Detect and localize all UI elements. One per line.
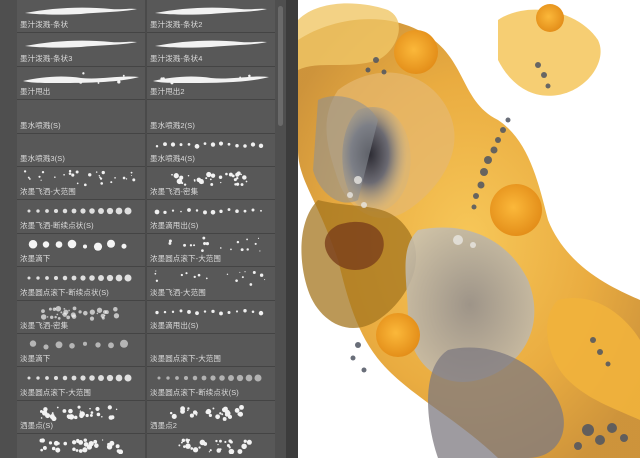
brush-preset-item[interactable]: 浓墨滴下	[17, 233, 145, 268]
brush-preset-label: 淡墨飞洒-密集	[20, 320, 69, 330]
brush-preset-item[interactable]: 浓墨圆点滚下-大范围	[147, 233, 275, 268]
brush-preset-item[interactable]: 墨汁甩出	[17, 66, 145, 101]
brush-stroke-preview	[169, 404, 244, 421]
brush-stroke-preview	[28, 239, 127, 251]
brush-preset-item[interactable]: 淡墨圆点滚下-断续点状(S)	[147, 367, 275, 401]
brush-grid: 墨汁泼溅-条状 墨汁泼溅-条状2 墨汁泼溅-条状3 墨汁泼溅-条状4 墨汁甩出 墨汁甩出2…	[0, 0, 286, 458]
brush-preset-item[interactable]: 淡墨圆点滚下-大范围	[147, 333, 275, 368]
brush-stroke-preview	[155, 141, 264, 149]
brush-stroke-preview	[155, 7, 267, 15]
brush-preset-label: 墨汁泼溅-条状	[20, 20, 69, 30]
brush-preset-item[interactable]: 浓墨飞洒-断续点状(S)	[17, 200, 145, 234]
brush-preset-label: 淡墨圆点滚下-大范围	[150, 354, 221, 364]
brush-preset-label: 墨水喷溅2(S)	[150, 120, 195, 130]
brush-stroke-preview	[27, 374, 132, 382]
brush-stroke-preview	[25, 7, 137, 15]
brush-preset-item[interactable]: 墨水喷溅(S)	[17, 100, 145, 134]
brush-preset-label: 淡墨滴甩出(S)	[150, 320, 199, 330]
brush-stroke-preview	[27, 274, 132, 282]
brush-stroke-preview	[27, 207, 132, 215]
alcohol-ink-artwork	[298, 3, 640, 458]
brush-preset-item[interactable]: 浓墨滴甩出(S)	[147, 200, 275, 234]
brush-stroke-preview	[23, 71, 139, 84]
brush-preset-label: 墨汁甩出	[20, 87, 51, 97]
brush-stroke-preview	[29, 339, 129, 350]
brush-preset-label: 淡墨飞洒-大范围	[150, 287, 206, 297]
brush-preset-label: 浓墨圆点滚下-断续点状(S)	[20, 287, 109, 297]
brush-stroke-preview	[155, 308, 264, 315]
brush-stroke-preview	[21, 102, 141, 120]
brush-preset-label: 淡墨滴下	[20, 354, 51, 364]
brush-preset-item[interactable]: 洒墨点2	[147, 400, 275, 435]
brush-stroke-preview	[39, 404, 118, 421]
brush-stroke-preview	[168, 236, 261, 252]
brush-stroke-preview	[151, 102, 271, 120]
brush-preset-item[interactable]: 淡墨飞洒-大范围	[147, 267, 275, 301]
brush-preset-item[interactable]: 墨汁泼溅-条状4	[147, 33, 275, 67]
brush-stroke-preview	[178, 438, 252, 455]
brush-preset-label: 洒墨点(S)	[20, 421, 54, 431]
brush-preset-item[interactable]: 淡墨滴甩出(S)	[147, 300, 275, 334]
brush-stroke-preview	[157, 374, 262, 382]
brush-preset-label: 墨水喷溅3(S)	[20, 153, 65, 163]
brush-stroke-preview	[23, 169, 136, 187]
brush-stroke-preview	[153, 74, 269, 85]
brush-preset-label: 浓墨滴甩出(S)	[150, 220, 199, 230]
brush-preset-item[interactable]: 墨汁泼溅-条状3	[17, 33, 145, 67]
brush-stroke-preview	[151, 336, 271, 354]
brush-preset-label: 浓墨飞洒-大范围	[20, 187, 76, 197]
brush-stroke-preview	[25, 40, 137, 49]
brush-preset-label: 洒墨点2	[150, 421, 178, 431]
brush-stroke-preview	[155, 40, 267, 49]
brush-stroke-preview	[39, 438, 124, 455]
brush-preset-item[interactable]: 浓墨飞洒-密集	[147, 166, 275, 201]
panel-divider[interactable]	[286, 0, 298, 458]
brush-preset-item[interactable]: 淡墨圆点滚下-大范围	[17, 367, 145, 401]
brush-preset-label: 墨汁泼溅-条状3	[20, 53, 73, 63]
brush-preset-item[interactable]: 墨水喷溅2(S)	[147, 100, 275, 134]
brush-preset-item[interactable]: 淡墨滴下	[17, 333, 145, 368]
document-canvas[interactable]	[298, 0, 640, 458]
brush-preset-item[interactable]	[147, 434, 275, 458]
brush-preset-item[interactable]	[17, 434, 145, 458]
brush-preset-item[interactable]: 墨汁甩出2	[147, 66, 275, 101]
brush-preset-item[interactable]: 洒墨点(S)	[17, 400, 145, 435]
brush-preset-label: 墨汁泼溅-条状2	[150, 20, 203, 30]
brush-preset-label: 墨水喷溅4(S)	[150, 153, 195, 163]
brush-stroke-preview	[171, 171, 248, 186]
brush-preset-label: 浓墨飞洒-密集	[150, 187, 199, 197]
scrollbar-thumb[interactable]	[278, 6, 283, 126]
brush-stroke-preview	[154, 208, 262, 215]
brush-panel: 墨汁泼溅-条状 墨汁泼溅-条状2 墨汁泼溅-条状3 墨汁泼溅-条状4 墨汁甩出 墨汁甩出2…	[0, 0, 286, 458]
brush-preset-label: 墨汁甩出2	[150, 87, 185, 97]
brush-preset-label: 淡墨圆点滚下-断续点状(S)	[150, 387, 239, 397]
brush-preset-label: 浓墨飞洒-断续点状(S)	[20, 220, 94, 230]
brush-preset-item[interactable]: 墨汁泼溅-条状	[17, 0, 145, 34]
brush-preset-label: 淡墨圆点滚下-大范围	[20, 387, 91, 397]
brush-stroke-preview	[154, 270, 266, 287]
brush-preset-label: 浓墨圆点滚下-大范围	[150, 254, 221, 264]
panel-left-gutter	[0, 0, 17, 458]
brush-preset-item[interactable]: 墨水喷溅3(S)	[17, 133, 145, 167]
brush-stroke-preview	[21, 136, 141, 154]
brush-preset-label: 浓墨滴下	[20, 254, 51, 264]
brush-preset-item[interactable]: 浓墨飞洒-大范围	[17, 166, 145, 201]
brush-preset-item[interactable]: 浓墨圆点滚下-断续点状(S)	[17, 267, 145, 301]
brush-preset-label: 墨汁泼溅-条状4	[150, 53, 203, 63]
brush-preset-label: 墨水喷溅(S)	[20, 120, 61, 130]
brush-preset-item[interactable]: 淡墨飞洒-密集	[17, 300, 145, 334]
brush-preset-item[interactable]: 墨汁泼溅-条状2	[147, 0, 275, 34]
brush-preset-item[interactable]: 墨水喷溅4(S)	[147, 133, 275, 167]
brush-stroke-preview	[40, 305, 120, 321]
